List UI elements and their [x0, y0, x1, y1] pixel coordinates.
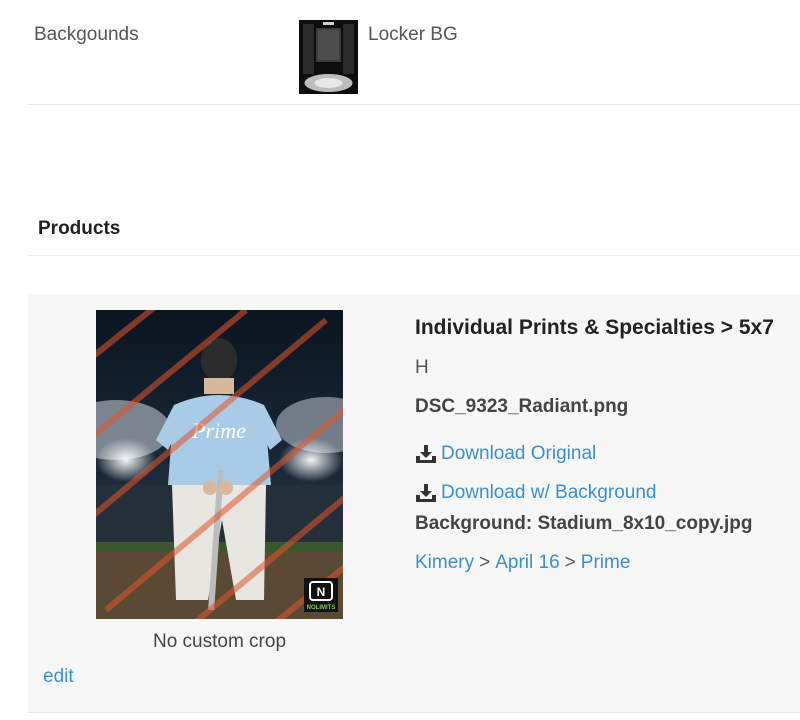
background-row: [28, 0, 800, 105]
background-name: Locker BG: [368, 24, 458, 45]
breadcrumb-separator: >: [479, 552, 491, 573]
download-with-background-link[interactable]: Download w/ Background: [441, 481, 656, 505]
backgrounds-label: Backgounds: [34, 24, 139, 45]
edit-link[interactable]: edit: [43, 666, 74, 688]
divider: [28, 255, 800, 256]
download-original-link[interactable]: Download Original: [441, 442, 596, 466]
locker-background-thumbnail: [299, 20, 358, 94]
svg-text:N: N: [317, 585, 326, 599]
download-icon: [416, 483, 436, 502]
product-details: Individual Prints & Specialties > 5x7 H …: [415, 316, 800, 590]
download-original-row[interactable]: Download Original: [415, 434, 800, 473]
breadcrumb-prime[interactable]: Prime: [581, 552, 631, 573]
product-filename: DSC_9323_Radiant.png: [415, 396, 629, 417]
breadcrumb-april-16[interactable]: April 16: [495, 552, 559, 573]
products-heading: Products: [38, 218, 121, 239]
breadcrumb: Kimery > April 16 > Prime: [415, 551, 800, 590]
download-with-background-row[interactable]: Download w/ Background: [415, 473, 800, 512]
jersey-lettering: Prime: [191, 418, 246, 443]
product-option: H: [415, 357, 429, 378]
background-info: Background: Stadium_8x10_copy.jpg: [415, 513, 753, 534]
brand-logo-text: NOLIMITS: [307, 605, 336, 611]
download-icon: [416, 444, 436, 463]
breadcrumb-separator: >: [564, 552, 576, 573]
product-photo[interactable]: Prime N NOLIMITS: [96, 310, 343, 619]
breadcrumb-kimery[interactable]: Kimery: [415, 552, 474, 573]
product-title: Individual Prints & Specialties > 5x7: [415, 316, 774, 339]
crop-status: No custom crop: [152, 631, 287, 652]
